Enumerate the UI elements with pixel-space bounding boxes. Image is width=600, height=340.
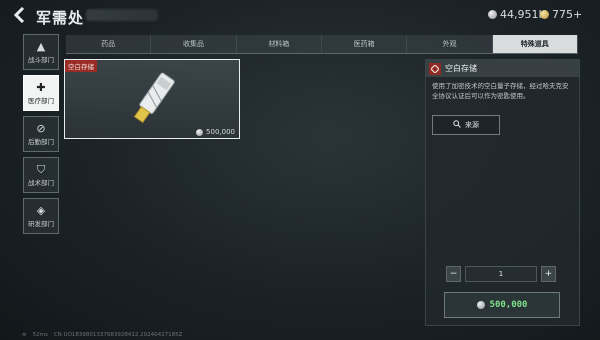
- tab-appearance[interactable]: 外观: [407, 35, 493, 53]
- increment-button[interactable]: +: [540, 265, 556, 282]
- page-title: 军需处: [36, 9, 85, 27]
- silver-coin-icon: [196, 128, 204, 136]
- item-detail-panel: 空白存储 使用了加密技术的空白量子存储，经过哈夫克安全协议认证后可以作为密匙使用…: [425, 59, 580, 326]
- sidebar-item-label: 战斗部门: [28, 55, 54, 64]
- combat-icon: ▲: [36, 39, 46, 53]
- gold-coin-icon: [540, 10, 549, 19]
- quantity-input[interactable]: 1: [465, 265, 537, 282]
- item-category-badge-icon: [429, 62, 441, 75]
- department-sidebar: ▲ 战斗部门 ✚ 医疗部门 ⊘ 后勤部门 ⛉ 战术部门 ◈ 研发部门: [23, 34, 59, 239]
- back-arrow-icon: [13, 7, 25, 23]
- back-button[interactable]: [10, 6, 28, 24]
- medical-cross-icon: ✚: [36, 80, 46, 94]
- sidebar-item-label: 医疗部门: [28, 96, 54, 105]
- ping-value: 52ms: [32, 332, 48, 338]
- tab-medkit[interactable]: 医药箱: [322, 35, 408, 53]
- silver-coin-icon: [488, 10, 497, 19]
- tab-collectibles[interactable]: 收集品: [151, 35, 237, 53]
- sidebar-item-medical[interactable]: ✚ 医疗部门: [23, 75, 59, 111]
- detail-header: 空白存储: [426, 60, 579, 77]
- gold-currency[interactable]: 775+: [540, 8, 582, 21]
- tab-material-box[interactable]: 材料箱: [237, 35, 322, 53]
- wifi-icon: ≋: [22, 332, 27, 338]
- build-string: CN UO1839801337683928412.20240427185Z: [53, 332, 183, 338]
- quantity-stepper: − 1 +: [446, 265, 556, 282]
- item-price-value: 500,000: [206, 128, 235, 136]
- usb-storage-icon: [133, 72, 175, 124]
- item-price: 500,000: [196, 128, 235, 136]
- decrement-button[interactable]: −: [446, 265, 462, 282]
- buy-price-value: 500,000: [489, 300, 528, 310]
- logistics-icon: ⊘: [36, 121, 46, 135]
- item-name-tag: 空白存储: [65, 60, 97, 72]
- detail-title: 空白存储: [445, 64, 477, 73]
- top-bar: 军需处 44,951K 775+: [0, 0, 600, 32]
- status-footer: ≋ 52ms CN UO1839801337683928412.20240427…: [22, 332, 188, 338]
- source-button-label: 来源: [465, 121, 479, 129]
- shield-icon: ⛉: [36, 162, 46, 176]
- tab-medicine[interactable]: 药品: [66, 35, 152, 53]
- sidebar-item-label: 战术部门: [28, 178, 54, 187]
- sidebar-item-label: 后勤部门: [28, 137, 54, 146]
- source-button[interactable]: 来源: [432, 115, 500, 135]
- silver-coin-icon: [476, 301, 485, 309]
- item-card-blank-storage[interactable]: 空白存储 500,000: [64, 59, 240, 139]
- sidebar-item-logistics[interactable]: ⊘ 后勤部门: [23, 116, 59, 152]
- sidebar-item-research[interactable]: ◈ 研发部门: [23, 198, 59, 234]
- research-icon: ◈: [36, 203, 46, 217]
- gold-currency-value: 775+: [552, 8, 583, 21]
- silver-currency: 44,951K: [488, 8, 546, 21]
- item-description: 使用了加密技术的空白量子存储，经过哈夫克安全协议认证后可以作为密匙使用。: [432, 82, 569, 100]
- tab-special-items[interactable]: 特殊道具: [492, 35, 578, 53]
- sidebar-item-tactical[interactable]: ⛉ 战术部门: [23, 157, 59, 193]
- buy-button[interactable]: 500,000: [444, 292, 560, 318]
- title-blurred-text: [86, 9, 158, 21]
- sidebar-item-label: 研发部门: [28, 219, 54, 228]
- search-icon: [453, 120, 461, 130]
- sidebar-item-combat[interactable]: ▲ 战斗部门: [23, 34, 59, 70]
- silver-currency-value: 44,951K: [500, 8, 546, 21]
- category-tabs: 药品 收集品 材料箱 医药箱 外观 特殊道具: [66, 35, 578, 54]
